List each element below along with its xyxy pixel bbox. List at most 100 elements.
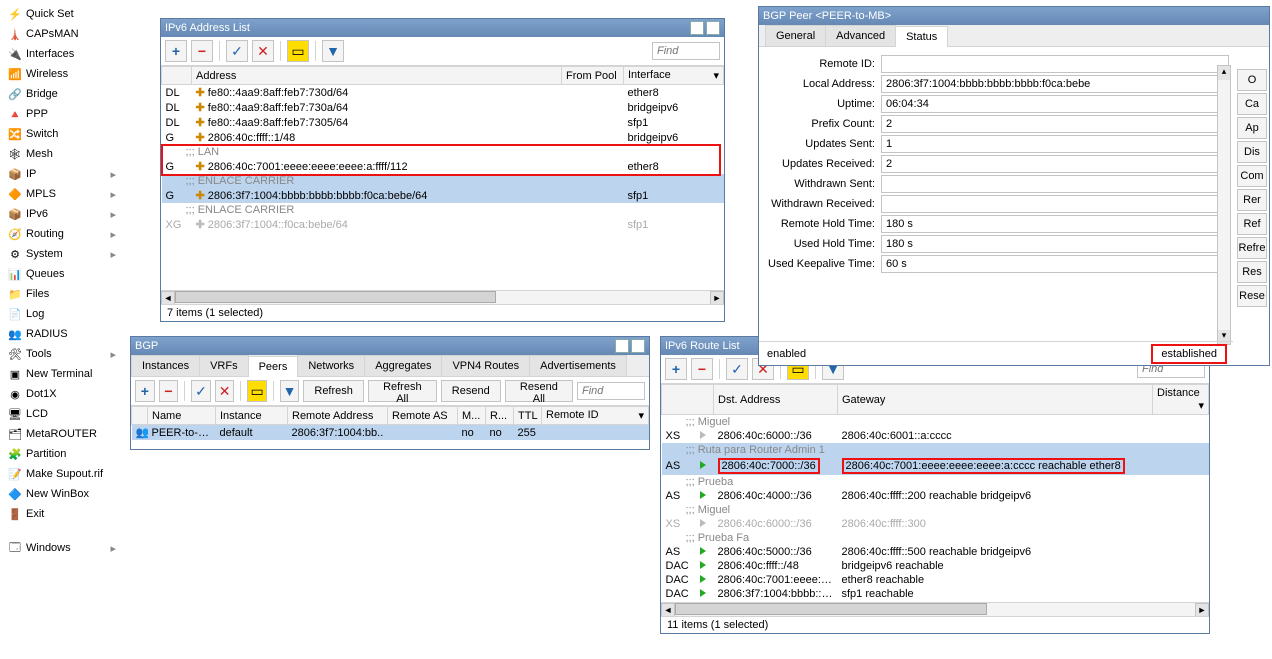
find-input[interactable] [577, 382, 645, 400]
refresh-all-button[interactable]: Refresh All [368, 380, 437, 402]
table-comment-row[interactable]: ;;; ENLACE CARRIER [162, 174, 724, 188]
scroll-up-icon[interactable]: ▴ [1218, 66, 1230, 80]
tab-networks[interactable]: Networks [297, 355, 365, 376]
tab-general[interactable]: General [765, 25, 826, 46]
col-flags[interactable] [662, 385, 714, 415]
col-r[interactable]: R... [486, 407, 514, 425]
tab-vpn4-routes[interactable]: VPN4 Routes [441, 355, 530, 376]
table-comment-row[interactable]: ;;; Prueba [662, 475, 1209, 489]
sidebar-item-ipv6[interactable]: 📦 IPv6 ▸ [4, 204, 120, 224]
dialog-button-o[interactable]: O [1237, 69, 1267, 91]
sidebar-item-mpls[interactable]: 🔶 MPLS ▸ [4, 184, 120, 204]
table-row[interactable]: XS2806:40c:6000::/362806:40c:6001::a:ccc… [662, 429, 1209, 443]
disable-icon[interactable]: ✕ [215, 380, 235, 402]
sidebar-item-tools[interactable]: 🛠 Tools ▸ [4, 344, 120, 364]
window-titlebar[interactable]: IPv6 Address List ▁ ✕ [161, 19, 724, 37]
remove-icon[interactable]: − [191, 40, 213, 62]
col-iface[interactable]: Interface ▾ [624, 67, 724, 85]
sidebar-item-interfaces[interactable]: 🔌 Interfaces [4, 44, 120, 64]
find-input[interactable] [652, 42, 720, 60]
field-value[interactable] [881, 75, 1229, 93]
col-icon[interactable] [132, 407, 148, 425]
field-value[interactable] [881, 175, 1229, 193]
resend-all-button[interactable]: Resend All [505, 380, 573, 402]
col-dst[interactable]: Dst. Address [714, 385, 838, 415]
table-row[interactable]: DAC2806:3f7:1004:bbbb::/64sfp1 reachable [662, 587, 1209, 601]
tab-peers[interactable]: Peers [248, 356, 299, 377]
table-comment-row[interactable]: ;;; Prueba Fa [662, 531, 1209, 545]
dialog-button-com[interactable]: Com [1237, 165, 1267, 187]
col-instance[interactable]: Instance [216, 407, 288, 425]
table-row[interactable]: G ✚ 2806:3f7:1004:bbbb:bbbb:bbbb:f0ca:be… [162, 188, 724, 203]
dialog-button-dis[interactable]: Dis [1237, 141, 1267, 163]
field-value[interactable] [881, 195, 1229, 213]
sidebar-item-lcd[interactable]: 🖥 LCD [4, 404, 120, 424]
close-icon[interactable]: ✕ [631, 339, 645, 353]
tab-advertisements[interactable]: Advertisements [529, 355, 627, 376]
col-pool[interactable]: From Pool [562, 67, 624, 85]
field-value[interactable] [881, 255, 1229, 273]
field-value[interactable] [881, 95, 1229, 113]
dialog-button-res[interactable]: Res [1237, 261, 1267, 283]
sidebar-item-new-winbox[interactable]: 🔷 New WinBox [4, 484, 120, 504]
hscrollbar[interactable]: ◄► [661, 602, 1209, 616]
sidebar-item-make-supout-rif[interactable]: 📝 Make Supout.rif [4, 464, 120, 484]
enable-icon[interactable]: ✓ [726, 358, 748, 380]
col-gw[interactable]: Gateway [838, 385, 1153, 415]
sidebar-item-wireless[interactable]: 📶 Wireless [4, 64, 120, 84]
table-row[interactable]: G ✚ 2806:40c:7001:eeee:eeee:eeee:a:ffff/… [162, 159, 724, 174]
sidebar-item-files[interactable]: 📁 Files [4, 284, 120, 304]
sidebar-item-new-terminal[interactable]: ▣ New Terminal [4, 364, 120, 384]
disable-icon[interactable]: ✕ [252, 40, 274, 62]
sidebar-item-radius[interactable]: 👥 RADIUS [4, 324, 120, 344]
remove-icon[interactable]: − [691, 358, 713, 380]
tab-aggregates[interactable]: Aggregates [364, 355, 442, 376]
sidebar-item-log[interactable]: 📄 Log [4, 304, 120, 324]
table-comment-row[interactable]: ;;; Miguel [662, 503, 1209, 517]
col-remote-addr[interactable]: Remote Address [288, 407, 388, 425]
sidebar-item-system[interactable]: ⚙ System ▸ [4, 244, 120, 264]
add-icon[interactable]: + [135, 380, 155, 402]
table-row[interactable]: DL ✚ fe80::4aa9:8aff:feb7:730a/64 bridge… [162, 100, 724, 115]
dialog-button-ap[interactable]: Ap [1237, 117, 1267, 139]
sidebar-item-queues[interactable]: 📊 Queues [4, 264, 120, 284]
col-m[interactable]: M... [458, 407, 486, 425]
field-value[interactable] [881, 155, 1229, 173]
col-name[interactable]: Name [148, 407, 216, 425]
sidebar-item-partition[interactable]: 🧩 Partition [4, 444, 120, 464]
dialog-button-refre[interactable]: Refre [1237, 237, 1267, 259]
resend-button[interactable]: Resend [441, 380, 501, 402]
sidebar-item-switch[interactable]: 🔀 Switch [4, 124, 120, 144]
add-icon[interactable]: + [165, 40, 187, 62]
table-row[interactable]: DL ✚ fe80::4aa9:8aff:feb7:7305/64 sfp1 [162, 115, 724, 130]
table-row[interactable]: AS2806:40c:5000::/362806:40c:ffff::500 r… [662, 545, 1209, 559]
minimize-icon[interactable]: ▁ [615, 339, 629, 353]
sidebar-item-dot1x[interactable]: ◉ Dot1X [4, 384, 120, 404]
sidebar-item-quick-set[interactable]: ⚡ Quick Set [4, 4, 120, 24]
minimize-icon[interactable]: ▁ [690, 21, 704, 35]
table-comment-row[interactable]: ;;; LAN [162, 145, 724, 159]
sidebar-item-bridge[interactable]: 🔗 Bridge [4, 84, 120, 104]
dialog-button-rese[interactable]: Rese [1237, 285, 1267, 307]
sidebar-item-routing[interactable]: 🧭 Routing ▸ [4, 224, 120, 244]
sidebar-item-windows[interactable]: 🗔 Windows ▸ [4, 538, 120, 558]
col-distance[interactable]: Distance ▾ [1153, 385, 1209, 415]
filter-icon[interactable]: ▼ [280, 380, 300, 402]
table-row[interactable]: 👥 PEER-to-MBdefault2806:3f7:1004:bb.. no… [132, 425, 649, 441]
field-value[interactable] [881, 115, 1229, 133]
table-row[interactable]: G ✚ 2806:40c:ffff::1/48 bridgeipv6 [162, 130, 724, 145]
window-titlebar[interactable]: BGP ▁ ✕ [131, 337, 649, 355]
dialog-button-ref[interactable]: Ref [1237, 213, 1267, 235]
field-value[interactable] [881, 135, 1229, 153]
table-comment-row[interactable]: ;;; ENLACE CARRIER [162, 203, 724, 217]
comment-icon[interactable]: ▭ [287, 40, 309, 62]
tab-advanced[interactable]: Advanced [825, 25, 896, 46]
remove-icon[interactable]: − [159, 380, 179, 402]
window-titlebar[interactable]: BGP Peer <PEER-to-MB> [759, 7, 1269, 25]
table-row[interactable]: DAC2806:40c:7001:eeee:eee..ether8 reacha… [662, 573, 1209, 587]
table-comment-row[interactable]: ;;; Ruta para Router Admin 1 [662, 443, 1209, 457]
close-icon[interactable]: ✕ [706, 21, 720, 35]
dialog-button-rer[interactable]: Rer [1237, 189, 1267, 211]
add-icon[interactable]: + [665, 358, 687, 380]
col-rid[interactable]: Remote ID ▾ [542, 407, 649, 425]
